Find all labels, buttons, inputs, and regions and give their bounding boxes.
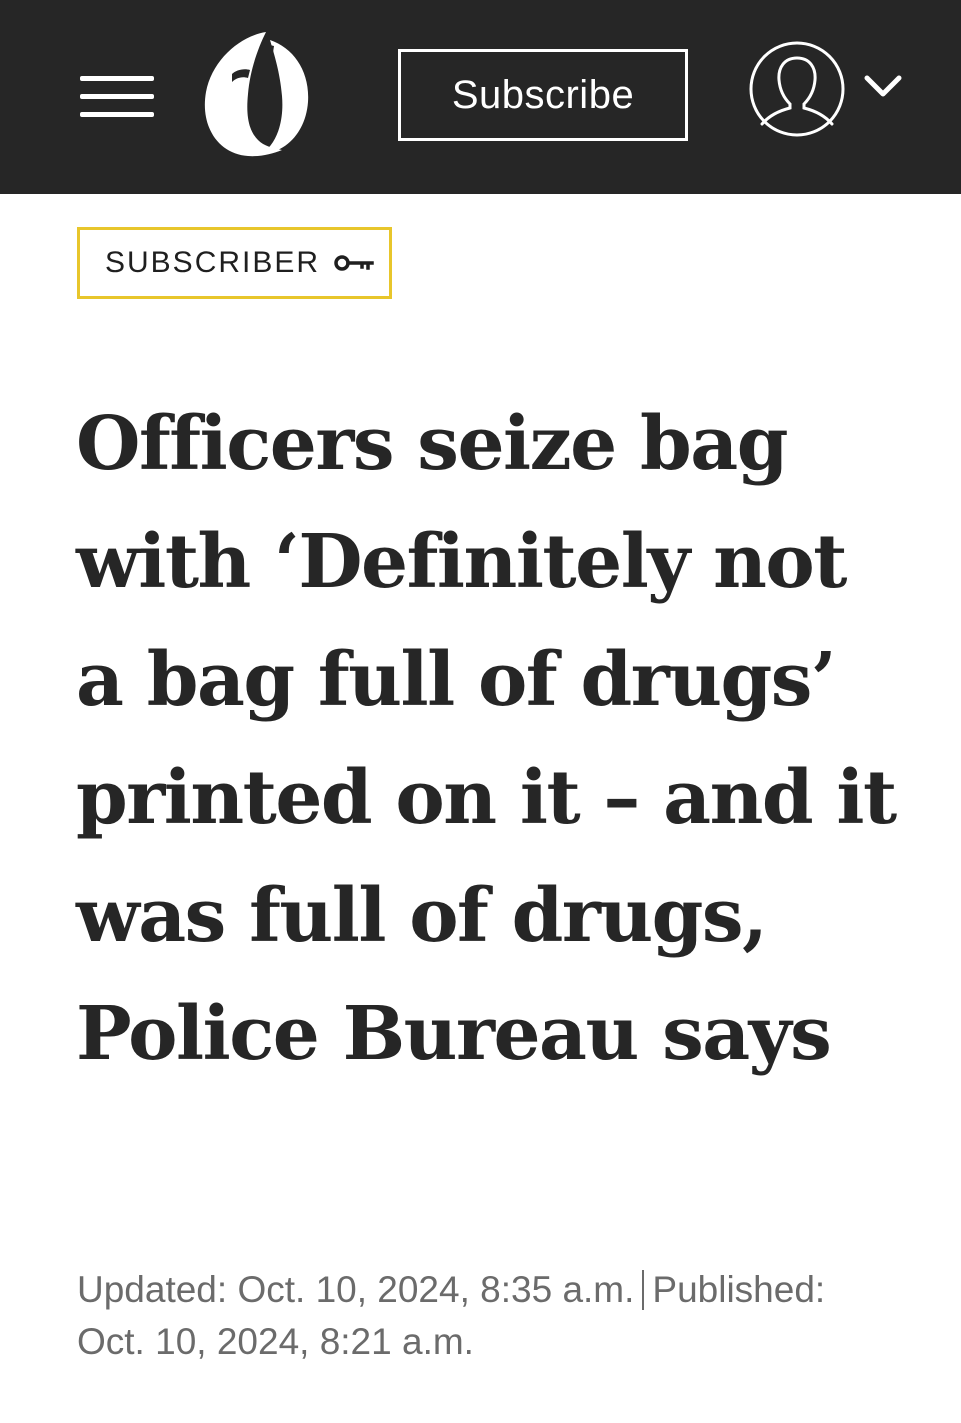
article-headline: Officers seize bag with ‘Definitely not … [76,401,897,1077]
menu-line [80,94,154,99]
badge-label: SUBSCRIBER [105,246,321,279]
oregonian-logo[interactable] [196,30,312,158]
timestamp-divider [642,1270,645,1310]
updated-timestamp: Updated: Oct. 10, 2024, 8:35 a.m. [77,1269,635,1310]
chevron-down-icon [864,75,902,97]
published-timestamp: Oct. 10, 2024, 8:21 a.m. [77,1321,474,1362]
top-navigation-bar: Subscribe [0,0,961,194]
menu-line [80,112,154,117]
published-label: Published: [652,1269,826,1310]
account-menu[interactable] [748,40,908,140]
menu-line [80,76,154,81]
article-timestamps: Updated: Oct. 10, 2024, 8:35 a.m. Publish… [77,1264,897,1368]
user-avatar-icon [749,41,845,137]
subscribe-button[interactable]: Subscribe [398,49,688,141]
key-icon [334,255,374,271]
hamburger-menu-icon[interactable] [80,76,154,118]
subscriber-badge: SUBSCRIBER [77,227,392,299]
